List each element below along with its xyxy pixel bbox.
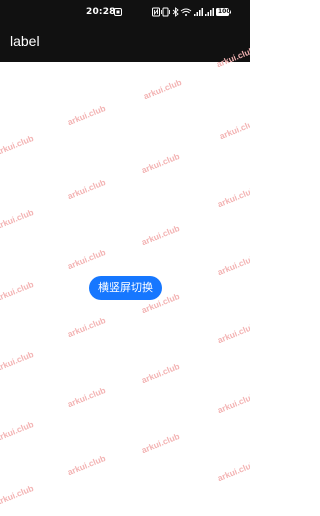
watermark: arkui.club	[140, 150, 181, 176]
watermark: arkui.club	[216, 252, 250, 278]
watermark: arkui.club	[0, 482, 35, 508]
app-bar: label	[0, 24, 250, 62]
battery-level: 100	[218, 8, 231, 15]
signal-icon-2	[205, 8, 214, 16]
watermark: arkui.club	[66, 314, 107, 340]
watermark: arkui.club	[140, 430, 181, 456]
watermark: arkui.club	[216, 390, 250, 416]
watermark: arkui.club	[66, 102, 107, 128]
orientation-toggle-button[interactable]: 横竖屏切换	[89, 276, 162, 300]
watermark: arkui.club	[66, 452, 107, 478]
watermark: arkui.club	[0, 206, 35, 232]
status-bar: 20:28 100	[0, 0, 250, 24]
watermark: arkui.club	[0, 132, 35, 158]
bluetooth-icon	[172, 7, 179, 17]
watermark: arkui.club	[66, 246, 107, 272]
watermark: arkui.club	[218, 116, 250, 142]
signal-icon	[194, 8, 203, 16]
screen: 20:28 100 label arkui.club arkui.club ar…	[0, 0, 250, 516]
watermark: arkui.club	[140, 360, 181, 386]
nfc-icon	[152, 7, 160, 17]
status-time: 20:28	[86, 7, 116, 17]
watermark: arkui.club	[0, 278, 35, 304]
watermark: arkui.club	[216, 458, 250, 484]
watermark: arkui.club	[66, 384, 107, 410]
vibrate-icon	[161, 7, 170, 17]
watermark: arkui.club	[140, 222, 181, 248]
wifi-icon	[180, 8, 192, 16]
watermark: arkui.club	[216, 184, 250, 210]
watermark: arkui.club	[142, 76, 183, 102]
app-notification-icon	[114, 8, 122, 16]
watermark: arkui.club	[216, 320, 250, 346]
watermark: arkui.club	[0, 348, 35, 374]
watermark: arkui.club	[66, 176, 107, 202]
page-title: label	[10, 33, 40, 49]
watermark: arkui.club	[0, 418, 35, 444]
